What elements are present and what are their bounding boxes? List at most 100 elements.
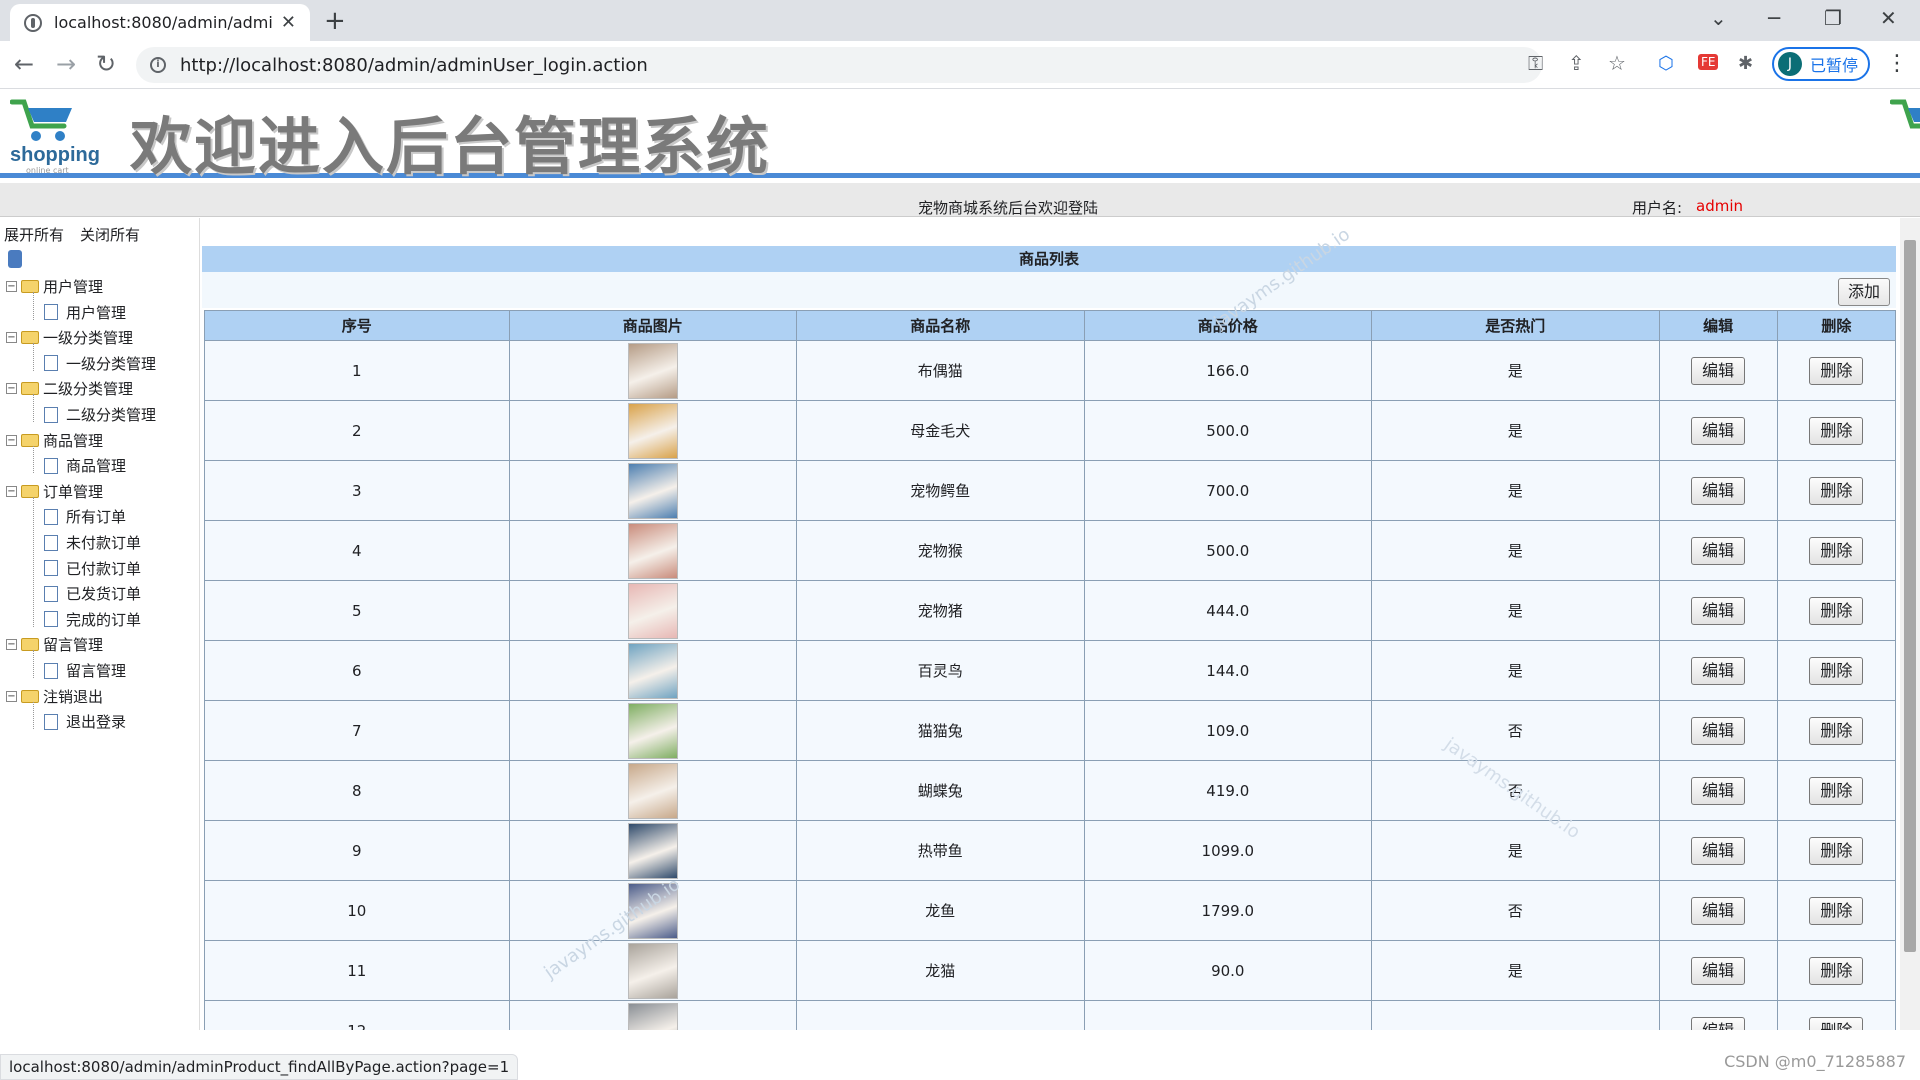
edit-button[interactable]: 编辑: [1691, 476, 1746, 505]
edit-button[interactable]: 编辑: [1691, 1016, 1746, 1030]
sidebar-group[interactable]: − 用户管理: [6, 276, 103, 297]
delete-button[interactable]: 删除: [1809, 656, 1864, 685]
sidebar-item[interactable]: 未付款订单: [44, 532, 141, 553]
sidebar-item[interactable]: 已付款订单: [44, 558, 141, 579]
product-thumbnail[interactable]: [627, 702, 678, 759]
restore-icon[interactable]: ❐: [1824, 6, 1842, 30]
sidebar-group[interactable]: − 一级分类管理: [6, 327, 133, 348]
product-thumbnail[interactable]: [627, 942, 678, 999]
collapse-toggle-icon[interactable]: −: [6, 383, 17, 395]
page-banner: shopping online cart 欢迎进入后台管理系统: [0, 90, 1920, 183]
expand-all-link[interactable]: 展开所有: [4, 224, 64, 245]
product-thumbnail[interactable]: [627, 762, 678, 819]
more-menu-icon[interactable]: ⋮: [1886, 51, 1908, 76]
collapse-toggle-icon[interactable]: −: [6, 485, 17, 497]
delete-button[interactable]: 删除: [1809, 896, 1864, 925]
cell-price: 1799.0: [1083, 880, 1373, 941]
delete-button[interactable]: 删除: [1809, 536, 1864, 565]
collapse-toggle-icon[interactable]: −: [6, 332, 17, 344]
cell-edit: 编辑: [1658, 1000, 1778, 1030]
product-thumbnail[interactable]: [627, 882, 678, 939]
edit-button[interactable]: 编辑: [1691, 356, 1746, 385]
delete-button[interactable]: 删除: [1809, 776, 1864, 805]
cell-price: 700.0: [1083, 460, 1373, 521]
delete-button[interactable]: 删除: [1809, 416, 1864, 445]
sidebar-group[interactable]: − 商品管理: [6, 430, 103, 451]
collapse-toggle-icon[interactable]: −: [6, 434, 17, 446]
forward-icon[interactable]: →: [56, 50, 76, 78]
edit-button[interactable]: 编辑: [1691, 416, 1746, 445]
extension-fe-icon[interactable]: FE: [1698, 54, 1719, 70]
sidebar-item[interactable]: 退出登录: [44, 711, 126, 732]
collapse-toggle-icon[interactable]: −: [6, 281, 17, 292]
minimize-icon[interactable]: ─: [1768, 6, 1780, 30]
profile-button[interactable]: J 已暂停: [1772, 47, 1870, 81]
product-thumbnail[interactable]: [627, 522, 678, 579]
edit-button[interactable]: 编辑: [1691, 956, 1746, 985]
cell-hot: 是: [1371, 520, 1660, 581]
product-thumbnail[interactable]: [627, 642, 678, 699]
extension-shield-icon[interactable]: ⬡: [1658, 53, 1674, 74]
delete-button[interactable]: 删除: [1809, 836, 1864, 865]
sidebar-group[interactable]: − 二级分类管理: [6, 378, 133, 399]
product-thumbnail[interactable]: [627, 402, 678, 459]
tree-connector: [33, 343, 34, 371]
info-icon[interactable]: i: [150, 57, 166, 73]
sidebar-item[interactable]: 商品管理: [44, 455, 126, 476]
folder-icon: [21, 331, 39, 345]
vertical-scrollbar[interactable]: [1900, 218, 1920, 1030]
reload-icon[interactable]: ↻: [96, 50, 116, 78]
close-tab-icon[interactable]: ✕: [281, 12, 296, 33]
edit-button[interactable]: 编辑: [1691, 896, 1746, 925]
collapse-toggle-icon[interactable]: −: [6, 690, 17, 702]
sidebar-item[interactable]: 已发货订单: [44, 583, 141, 604]
cell-name: 龙猫: [796, 940, 1085, 1001]
chevron-down-icon[interactable]: ⌄: [1710, 6, 1727, 30]
sidebar-item[interactable]: 留言管理: [44, 660, 126, 681]
edit-button[interactable]: 编辑: [1691, 836, 1746, 865]
delete-button[interactable]: 删除: [1809, 1016, 1864, 1030]
sidebar-item[interactable]: 所有订单: [44, 506, 126, 527]
cell-delete: 删除: [1776, 340, 1897, 401]
collapse-all-link[interactable]: 关闭所有: [80, 224, 140, 245]
share-icon[interactable]: ⇪: [1568, 51, 1585, 75]
cell-image: [508, 640, 798, 701]
puzzle-icon[interactable]: ✱: [1738, 53, 1753, 74]
sidebar-group[interactable]: − 留言管理: [6, 634, 103, 655]
delete-button[interactable]: 删除: [1809, 716, 1864, 745]
sidebar-item-label: 退出登录: [66, 713, 127, 732]
window-close-icon[interactable]: ✕: [1880, 6, 1897, 30]
delete-button[interactable]: 删除: [1809, 476, 1864, 505]
logo-word: shopping: [10, 144, 100, 166]
new-tab-icon[interactable]: +: [324, 6, 346, 36]
key-icon[interactable]: ⚿: [1528, 51, 1543, 75]
add-product-button[interactable]: 添加: [1838, 278, 1890, 306]
sidebar-item[interactable]: 二级分类管理: [44, 404, 156, 425]
delete-button[interactable]: 删除: [1809, 956, 1864, 985]
edit-button[interactable]: 编辑: [1691, 776, 1746, 805]
back-icon[interactable]: ←: [14, 50, 34, 78]
product-thumbnail[interactable]: [627, 582, 678, 639]
scrollbar-thumb[interactable]: [1904, 240, 1916, 952]
column-header: 序号: [204, 310, 510, 341]
sidebar-item[interactable]: 完成的订单: [44, 609, 141, 630]
sidebar-group[interactable]: − 注销退出: [6, 686, 103, 707]
sidebar-item[interactable]: 用户管理: [44, 302, 126, 323]
product-thumbnail[interactable]: [627, 462, 678, 519]
collapse-toggle-icon[interactable]: −: [6, 639, 17, 651]
cell-name: 百灵鸟: [796, 640, 1085, 701]
edit-button[interactable]: 编辑: [1691, 536, 1746, 565]
star-icon[interactable]: ☆: [1608, 51, 1626, 75]
sidebar-item[interactable]: 一级分类管理: [44, 353, 156, 374]
product-thumbnail[interactable]: [627, 822, 678, 879]
edit-button[interactable]: 编辑: [1691, 596, 1746, 625]
delete-button[interactable]: 删除: [1809, 356, 1864, 385]
delete-button[interactable]: 删除: [1809, 596, 1864, 625]
edit-button[interactable]: 编辑: [1691, 716, 1746, 745]
product-thumbnail[interactable]: [627, 342, 678, 399]
sidebar-group[interactable]: − 订单管理: [6, 481, 103, 502]
edit-button[interactable]: 编辑: [1691, 656, 1746, 685]
browser-tab[interactable]: localhost:8080/admin/adminU ✕: [10, 4, 310, 41]
address-bar[interactable]: i http://localhost:8080/admin/adminUser_…: [136, 47, 1542, 83]
product-thumbnail[interactable]: [627, 1002, 678, 1030]
